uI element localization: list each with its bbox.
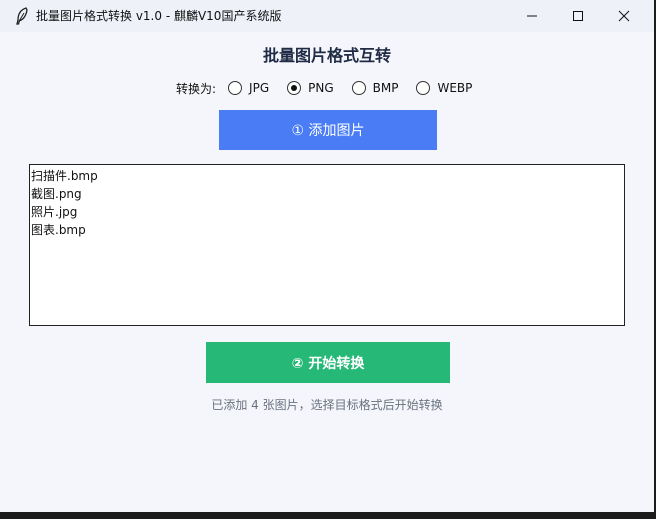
radio-selected-icon	[287, 81, 302, 95]
window-title: 批量图片格式转换 v1.0 - 麒麟V10国产系统版	[36, 9, 282, 23]
add-images-button[interactable]: ① 添加图片	[219, 110, 437, 150]
start-convert-button[interactable]: ② 开始转换	[206, 342, 450, 383]
list-item[interactable]: 图表.bmp	[31, 221, 624, 239]
radio-webp-label: WEBP	[437, 81, 473, 95]
format-radio-group: 转换为: JPG PNG BMP WEBP	[176, 78, 490, 98]
minimize-button[interactable]	[509, 0, 555, 32]
radio-circle-icon	[351, 81, 366, 95]
radio-jpg-label: JPG	[249, 81, 270, 95]
page-title: 批量图片格式互转	[262, 46, 391, 65]
radio-png[interactable]: PNG	[287, 81, 334, 95]
format-label: 转换为:	[176, 81, 217, 96]
close-icon	[618, 10, 630, 22]
list-item[interactable]: 扫描件.bmp	[31, 167, 624, 185]
radio-bmp-label: BMP	[372, 81, 399, 95]
list-item[interactable]: 截图.png	[31, 185, 624, 203]
close-button[interactable]	[601, 0, 647, 32]
maximize-icon	[573, 11, 583, 21]
status-text: 已添加 4 张图片，选择目标格式后开始转换	[211, 398, 443, 412]
list-item[interactable]: 照片.jpg	[31, 203, 624, 221]
radio-bmp[interactable]: BMP	[351, 81, 399, 95]
radio-jpg[interactable]: JPG	[228, 81, 269, 95]
minimize-icon	[527, 15, 537, 17]
feather-icon	[14, 7, 30, 25]
radio-circle-icon	[228, 81, 243, 95]
file-listbox[interactable]: 扫描件.bmp 截图.png 照片.jpg 图表.bmp	[29, 164, 625, 326]
radio-webp[interactable]: WEBP	[416, 81, 472, 95]
title-bar: 批量图片格式转换 v1.0 - 麒麟V10国产系统版	[0, 0, 654, 32]
radio-png-label: PNG	[308, 81, 334, 95]
app-window: 批量图片格式转换 v1.0 - 麒麟V10国产系统版 批量图片格式互转 转换为:…	[0, 0, 654, 512]
add-images-label: ① 添加图片	[291, 123, 365, 139]
maximize-button[interactable]	[555, 0, 601, 32]
radio-circle-icon	[416, 81, 431, 95]
start-convert-label: ② 开始转换	[291, 355, 365, 372]
